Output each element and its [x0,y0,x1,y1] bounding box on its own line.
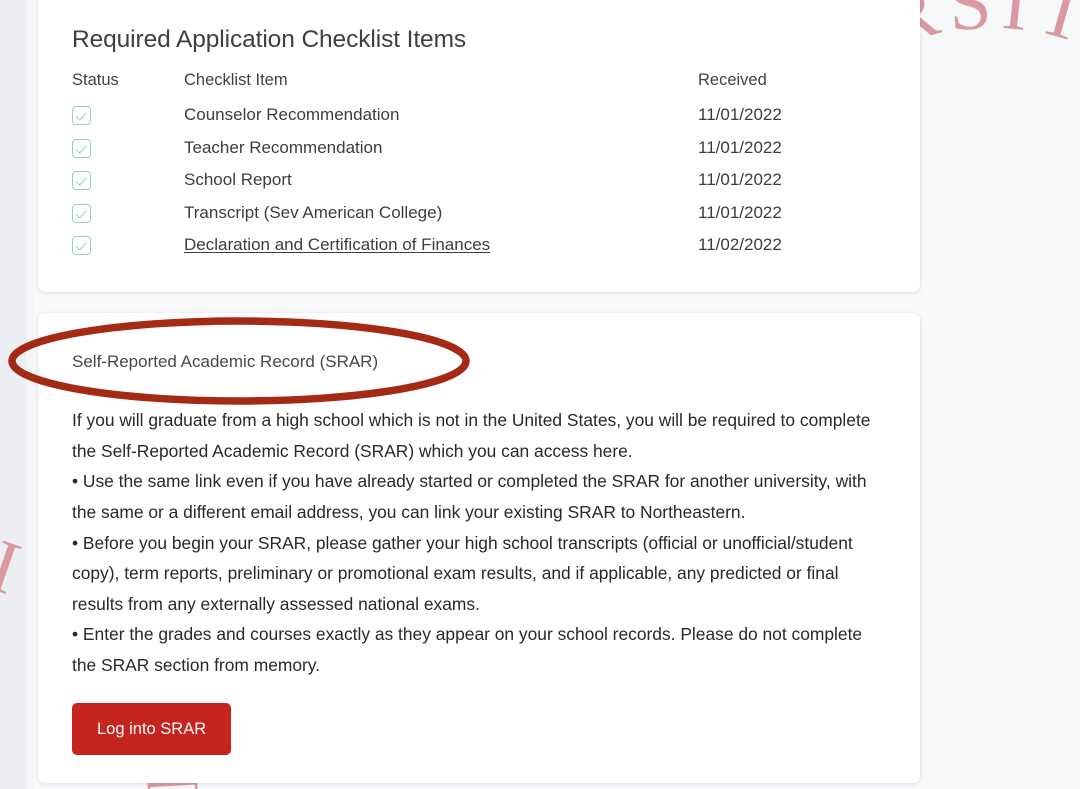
checkbox-checked-icon [72,203,91,223]
column-header-status: Status [72,71,119,89]
table-header-row: Status Checklist Item Received [72,71,886,99]
table-row: Counselor Recommendation 11/01/2022 [72,99,886,132]
column-header-item: Checklist Item [184,71,288,89]
srar-bullet-grades: • Enter the grades and courses exactly a… [72,624,863,675]
received-date-cell: 11/01/2022 [698,137,782,157]
received-date-cell: 11/01/2022 [698,105,782,124]
status-cell [72,164,184,197]
table-row: Declaration and Certification of Finance… [72,229,886,262]
checklist-item-cell: Transcript (Sev American College) [184,202,443,222]
table-row: Transcript (Sev American College) 11/01/… [72,197,886,230]
page-title: Required Application Checklist Items [72,26,467,53]
table-row: School Report 11/01/2022 [72,164,886,197]
column-header-received: Received [698,71,767,89]
checklist-item-cell: School Report [184,170,292,189]
checkbox-checked-icon [72,138,91,158]
received-date-cell: 11/01/2022 [698,170,782,189]
srar-bullet-gather: • Before you begin your SRAR, please gat… [72,532,853,614]
received-date-cell: 11/01/2022 [698,202,782,222]
status-cell [72,132,184,165]
checklist-item-cell: Declaration and Certification of Finance… [184,229,698,262]
declaration-finances-link[interactable]: Declaration and Certification of Finance… [184,235,490,254]
checkbox-checked-icon [72,236,91,256]
table-row: Teacher Recommendation 11/01/2022 [72,132,886,165]
checkbox-checked-icon [72,106,91,126]
checkbox-checked-icon [72,171,91,191]
log-into-srar-button[interactable]: Log into SRAR [72,702,232,756]
srar-card: Self-Reported Academic Record (SRAR) If … [38,313,920,783]
checklist-item-cell: Teacher Recommendation [184,137,383,157]
status-cell [72,99,184,132]
checklist-table: Status Checklist Item Received Counselor… [72,71,886,262]
srar-paragraph-intro: If you will graduate from a high school … [72,410,871,461]
required-checklist-card: Required Application Checklist Items Sta… [38,0,920,292]
status-cell [72,229,184,262]
srar-section-heading: Self-Reported Academic Record (SRAR) [72,352,379,371]
status-cell [72,197,184,230]
checklist-item-cell: Counselor Recommendation [184,105,400,124]
received-date-cell: 11/02/2022 [698,235,782,254]
srar-description: If you will graduate from a high school … [72,372,872,681]
srar-bullet-same-link: • Use the same link even if you have alr… [72,471,867,522]
